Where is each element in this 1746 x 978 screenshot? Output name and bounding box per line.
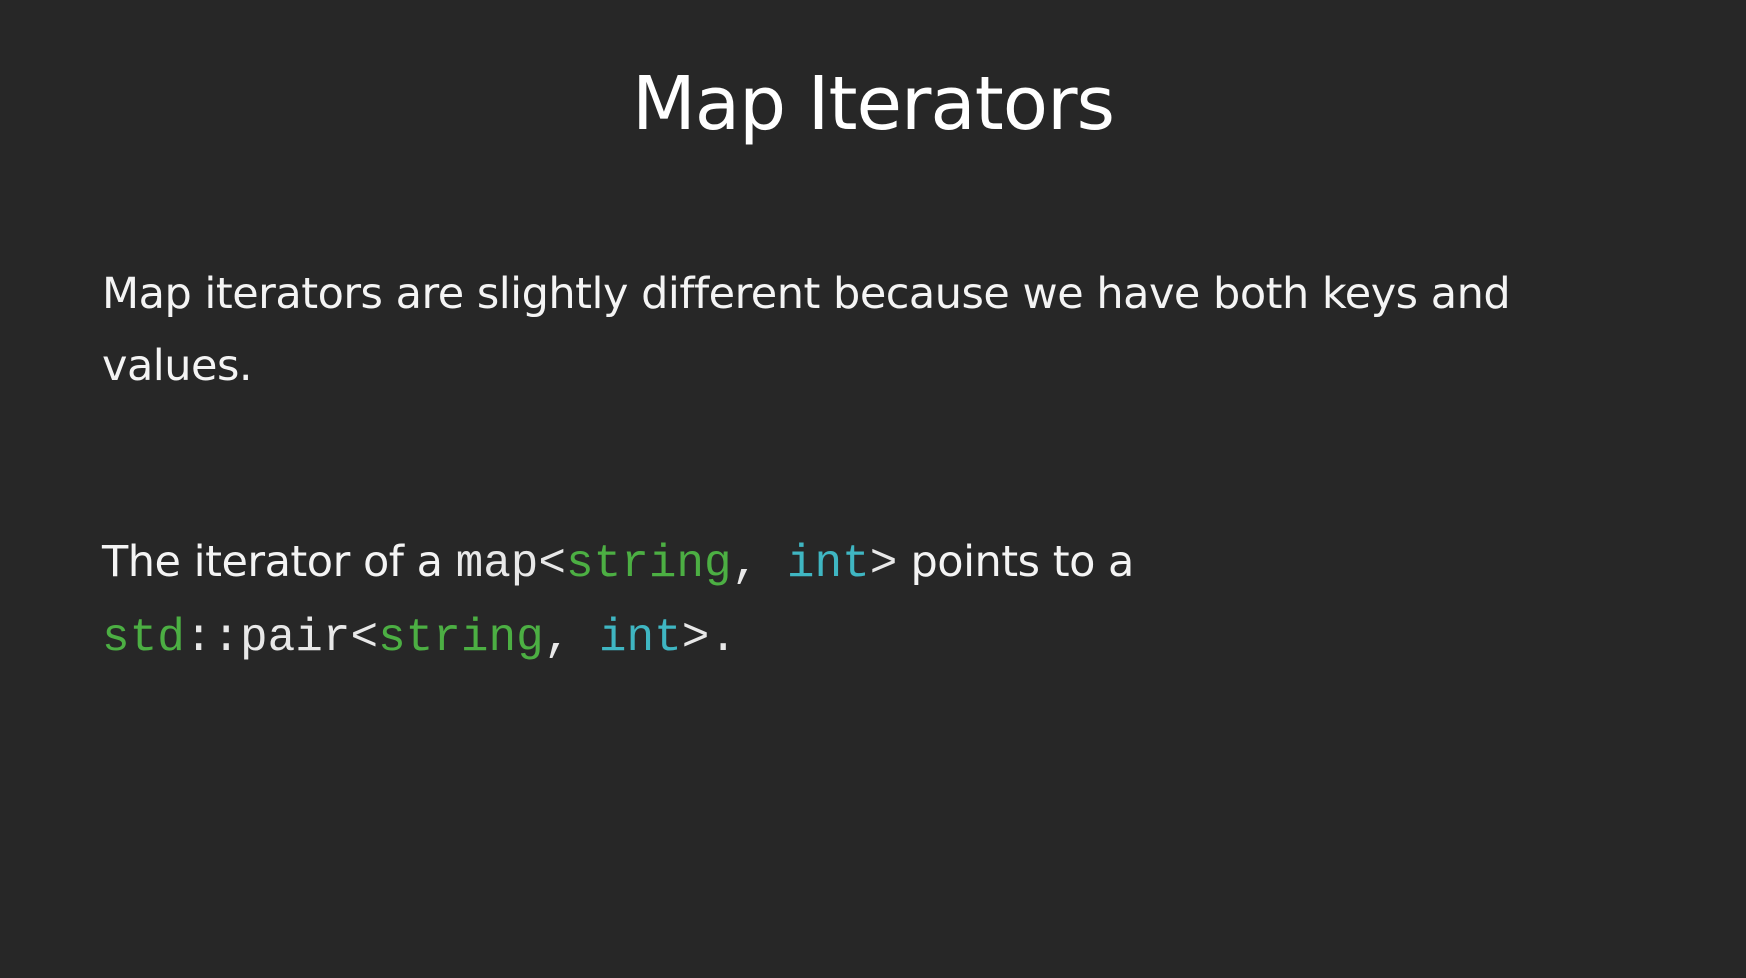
code-period: . [709,612,737,664]
code-pair-type: std::pair<string, int>. [102,612,737,664]
code-map-open: map< [455,538,567,590]
paragraph-iterator-points-to: The iterator of a map<string, int> point… [102,526,1662,674]
slide: Map Iterators Map iterators are slightly… [0,0,1746,978]
paragraph-middle: points to a [897,537,1134,587]
code-map-type: map<string, int> [456,538,898,590]
paragraph-prefix: The iterator of a [102,537,456,587]
code-close-bracket: > [681,612,710,664]
code-int-keyword: int [598,612,682,664]
code-pair-open: ::pair< [184,612,379,664]
code-int-keyword: int [786,538,870,590]
code-string-keyword: string [566,538,732,590]
slide-title: Map Iterators [631,61,1115,147]
code-comma: , [731,538,787,590]
code-close-bracket: > [869,538,898,590]
code-string-keyword: string [378,612,544,664]
code-std-namespace: std [102,612,185,664]
code-comma: , [543,612,599,664]
paragraph-map-iterators: Map iterators are slightly different bec… [102,269,1511,391]
